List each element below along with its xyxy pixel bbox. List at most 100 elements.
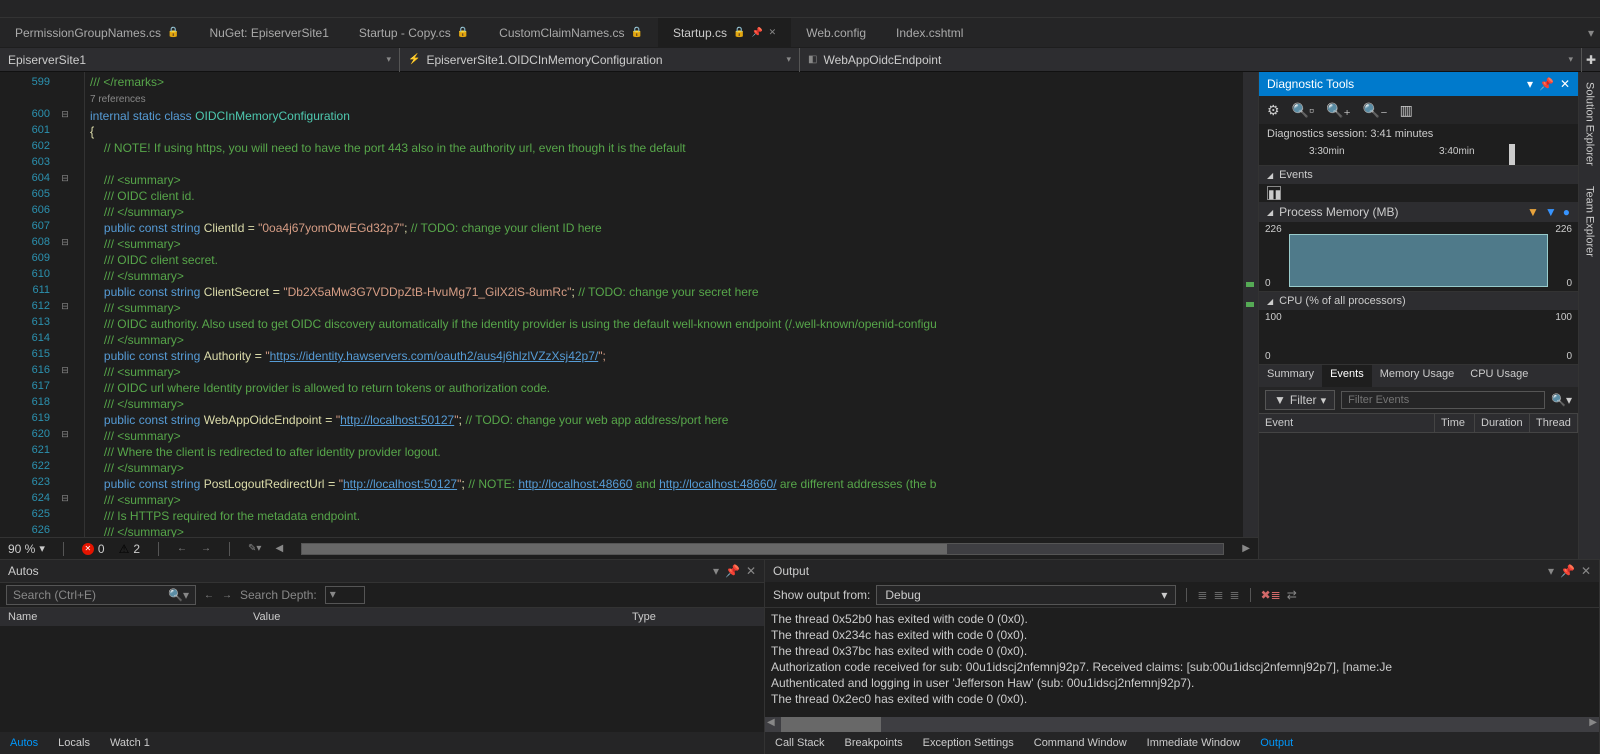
pin-icon[interactable]: 📌 [751, 27, 762, 38]
window-menu-icon[interactable]: ▾ [1548, 564, 1554, 578]
close-icon[interactable]: ✕ [1560, 77, 1570, 91]
window-menu-icon[interactable]: ▾ [1527, 77, 1533, 91]
output-source-select[interactable]: Debug▾ [876, 585, 1176, 605]
filter-button[interactable]: ▼Filter ▾ [1265, 390, 1335, 410]
pin-icon[interactable]: 📌 [1539, 77, 1554, 91]
timeline-ruler[interactable]: 3:30min 3:40min [1259, 144, 1578, 166]
pen-icon[interactable]: ✎▾ [248, 543, 261, 554]
search-icon[interactable]: 🔍▾ [1551, 393, 1572, 407]
scroll-left-icon[interactable]: ◀ [275, 543, 283, 554]
autos-tabs: Autos Locals Watch 1 [0, 732, 764, 754]
tab-watch1[interactable]: Watch 1 [100, 735, 160, 751]
solution-explorer-tab[interactable]: Solution Explorer [1582, 72, 1598, 176]
tab-immediate-window[interactable]: Immediate Window [1137, 735, 1251, 751]
tab-webconfig[interactable]: Web.config [791, 18, 881, 48]
breadcrumb-member[interactable]: ◧WebAppOidcEndpoint▾ [800, 48, 1582, 72]
cpu-section[interactable]: CPU (% of all processors) [1259, 292, 1578, 310]
toolbar-icon[interactable]: ≣ [1197, 588, 1207, 602]
diagnostic-tabs: Summary Events Memory Usage CPU Usage [1259, 365, 1578, 387]
search-forward-icon[interactable]: → [222, 590, 232, 601]
scroll-right-icon[interactable]: ▶ [1242, 543, 1250, 554]
output-scrollbar[interactable]: ◀▶ [765, 717, 1599, 732]
tab-command-window[interactable]: Command Window [1024, 735, 1137, 751]
diagnostic-title[interactable]: Diagnostic Tools▾📌✕ [1259, 72, 1578, 96]
zoom-in-icon[interactable]: 🔍₊ [1326, 102, 1351, 119]
output-panel: Output ▾ 📌 ✕ Show output from: Debug▾ ≣ ≣ ≣… [765, 560, 1600, 754]
lock-icon: 🔒 [733, 27, 745, 38]
pin-icon[interactable]: 📌 [1560, 564, 1575, 578]
lock-icon: 🔒 [631, 27, 643, 38]
tab-summary[interactable]: Summary [1259, 365, 1322, 387]
horizontal-scrollbar[interactable] [301, 543, 1224, 555]
tab-indexcshtml[interactable]: Index.cshtml [881, 18, 978, 48]
toolbar-icon[interactable]: ≣ [1230, 588, 1240, 602]
fold-gutter[interactable]: ⊟⊟⊟⊟⊟⊟⊟ [55, 72, 75, 537]
code-editor[interactable]: 5996006016026036046056066076086096106116… [0, 72, 1258, 537]
tab-overflow-icon[interactable]: ▾ [1588, 26, 1600, 40]
window-menu-icon[interactable]: ▾ [713, 564, 719, 578]
autos-body[interactable] [0, 626, 764, 732]
breadcrumb-class[interactable]: ⚡EpiserverSite1.OIDCInMemoryConfiguratio… [400, 48, 800, 72]
chevron-down-icon: ▾ [1568, 54, 1573, 65]
pause-icon: ▮▮ [1267, 186, 1281, 200]
warning-count[interactable]: ⚠2 [119, 542, 140, 556]
output-source-label: Show output from: [773, 588, 870, 602]
cpu-chart[interactable]: 100 100 0 0 [1259, 310, 1578, 365]
code-minimap[interactable] [1243, 72, 1258, 537]
bolt-icon: ⚡ [408, 54, 420, 65]
breadcrumb-project[interactable]: EpiserverSite1▾ [0, 48, 400, 72]
autos-title[interactable]: Autos▾📌✕ [0, 560, 764, 582]
autos-panel: Autos▾📌✕ Search (Ctrl+E)🔍▾ ← → Search De… [0, 560, 765, 754]
tab-autos[interactable]: Autos [0, 735, 48, 751]
memory-chart[interactable]: 226 226 0 0 [1259, 222, 1578, 292]
tab-customclaimnames[interactable]: CustomClaimNames.cs🔒 [484, 18, 658, 48]
side-tab-well: Solution Explorer Team Explorer [1578, 72, 1600, 559]
zoom-reset-icon[interactable]: 🔍▫ [1292, 102, 1314, 119]
tab-breakpoints[interactable]: Breakpoints [835, 735, 913, 751]
tab-events[interactable]: Events [1322, 365, 1372, 387]
warning-icon: ⚠ [119, 542, 130, 556]
editor-status-bar: 90 % ▾ ✕0 ⚠2 ← → ✎▾ ◀ ▶ [0, 537, 1258, 559]
autos-search-input[interactable]: Search (Ctrl+E)🔍▾ [6, 585, 196, 605]
output-title[interactable]: Output▾📌✕ [765, 560, 1599, 582]
toolbar-icon[interactable]: ≣ [1213, 588, 1223, 602]
tab-output[interactable]: Output [1250, 735, 1303, 751]
close-icon[interactable]: ✕ [769, 27, 777, 38]
tab-nuget[interactable]: NuGet: EpiserverSite1 [195, 18, 344, 48]
close-icon[interactable]: ✕ [1581, 564, 1591, 578]
gc-marker-icon: ▼ [1527, 205, 1539, 219]
lock-icon: 🔒 [167, 27, 179, 38]
chevron-down-icon: ▾ [786, 54, 791, 65]
chevron-down-icon: ▾ [386, 54, 391, 65]
team-explorer-tab[interactable]: Team Explorer [1582, 176, 1598, 267]
gear-icon[interactable]: ⚙ [1267, 102, 1280, 119]
field-icon: ◧ [808, 54, 817, 65]
pin-icon[interactable]: 📌 [725, 564, 740, 578]
nav-forward-icon[interactable]: → [201, 543, 211, 554]
columns-icon[interactable]: ▥ [1400, 102, 1413, 119]
code-body[interactable]: /// </remarks> 7 references internal sta… [85, 72, 1258, 537]
filter-events-input[interactable] [1341, 391, 1545, 409]
zoom-level[interactable]: 90 % ▾ [8, 542, 45, 556]
tab-cpu-usage[interactable]: CPU Usage [1462, 365, 1536, 387]
tab-permissiongroupnames[interactable]: PermissionGroupNames.cs🔒 [0, 18, 195, 48]
tab-callstack[interactable]: Call Stack [765, 735, 835, 751]
split-icon[interactable]: ✚ [1582, 48, 1600, 72]
zoom-out-icon[interactable]: 🔍₋ [1363, 102, 1388, 119]
nav-back-icon[interactable]: ← [177, 543, 187, 554]
tab-memory-usage[interactable]: Memory Usage [1372, 365, 1463, 387]
tab-exception-settings[interactable]: Exception Settings [913, 735, 1024, 751]
clear-icon[interactable]: ✖≣ [1261, 588, 1281, 602]
output-body[interactable]: The thread 0x52b0 has exited with code 0… [765, 608, 1599, 717]
editor-tabs: PermissionGroupNames.cs🔒 NuGet: Episerve… [0, 18, 1600, 48]
error-count[interactable]: ✕0 [82, 542, 105, 556]
events-section[interactable]: Events [1259, 166, 1578, 184]
search-back-icon[interactable]: ← [204, 590, 214, 601]
memory-section[interactable]: Process Memory (MB)▼▼● [1259, 202, 1578, 222]
tab-startup[interactable]: Startup.cs🔒📌✕ [658, 18, 791, 48]
search-depth-select[interactable]: ▾ [325, 586, 365, 604]
toggle-wrap-icon[interactable]: ⇄ [1287, 588, 1297, 602]
tab-startup-copy[interactable]: Startup - Copy.cs🔒 [344, 18, 484, 48]
close-icon[interactable]: ✕ [746, 564, 756, 578]
tab-locals[interactable]: Locals [48, 735, 100, 751]
